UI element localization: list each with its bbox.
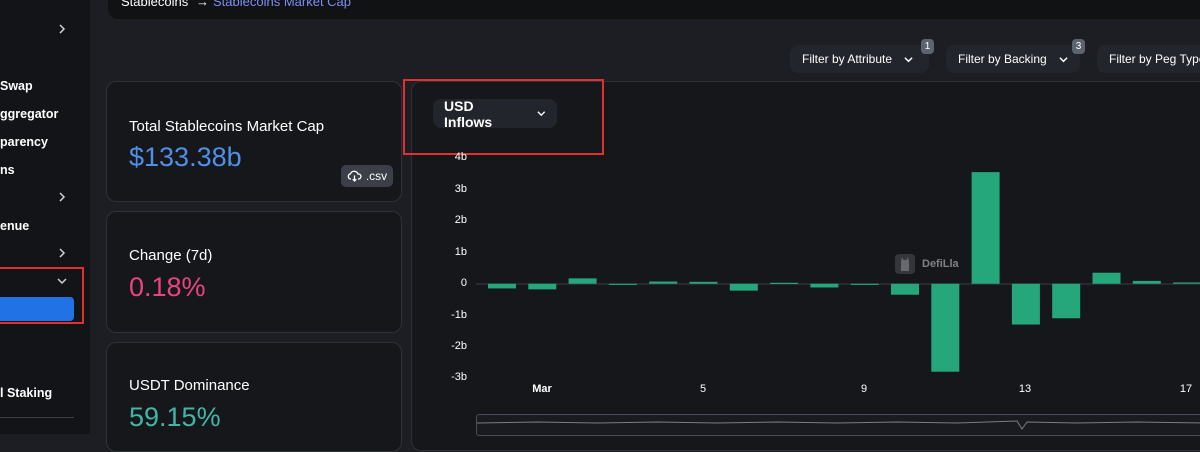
bar-chart [476, 172, 1200, 372]
inflow-bar[interactable] [488, 283, 516, 289]
inflow-bar[interactable] [1052, 283, 1081, 319]
x-tick-label: 5 [699, 383, 707, 395]
inflow-bar[interactable] [810, 283, 839, 288]
inflow-bar[interactable] [1173, 282, 1200, 284]
inflow-bar[interactable] [850, 283, 879, 285]
x-tick-label: 17 [1179, 383, 1193, 395]
inflow-bar[interactable] [931, 283, 960, 372]
x-tick-label: Mar [532, 383, 552, 395]
llama-logo-icon [895, 254, 915, 274]
inflow-bar[interactable] [568, 278, 597, 284]
inflow-bar[interactable] [1132, 280, 1161, 284]
chart-range-brush[interactable] [476, 414, 1200, 436]
inflow-bar[interactable] [770, 282, 799, 284]
inflow-bar[interactable] [1011, 283, 1040, 325]
x-tick-label: 13 [1018, 383, 1032, 395]
watermark-text: DefiLla [922, 258, 959, 270]
inflow-bar[interactable] [689, 281, 718, 284]
inflow-bar[interactable] [971, 172, 1000, 284]
inflow-bar[interactable] [649, 281, 678, 284]
brush-preview [476, 420, 1200, 430]
inflow-bar[interactable] [891, 283, 919, 295]
inflow-bar[interactable] [608, 283, 637, 285]
defillama-watermark: DefiLla [894, 253, 959, 275]
x-tick-label: 9 [860, 383, 868, 395]
inflow-bar[interactable] [729, 283, 758, 291]
inflow-bar[interactable] [528, 283, 557, 290]
inflow-bar[interactable] [1092, 272, 1121, 284]
